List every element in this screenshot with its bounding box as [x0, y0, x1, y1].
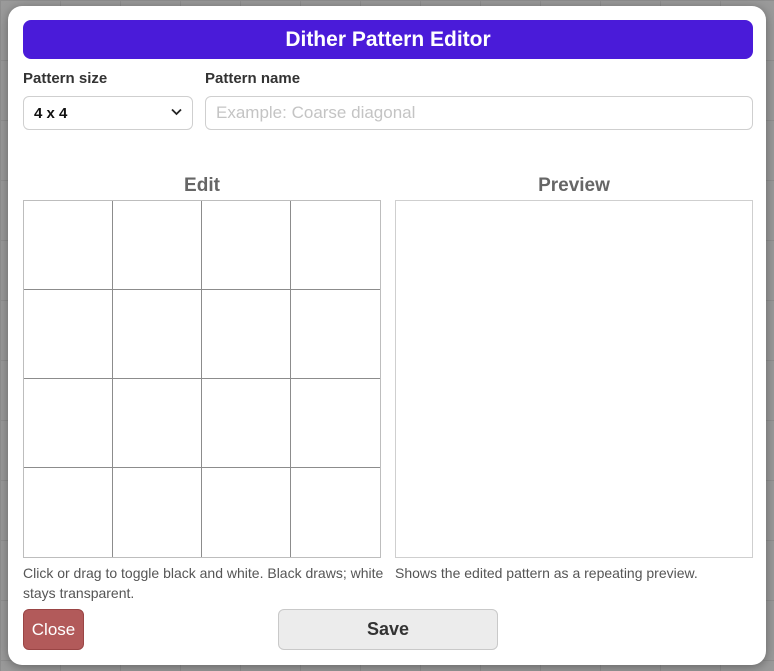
dither-pattern-dialog: Dither Pattern Editor Pattern size Patte…	[8, 6, 766, 665]
pattern-cell[interactable]	[24, 290, 113, 379]
pattern-cell[interactable]	[202, 379, 291, 468]
pattern-size-value: 4 x 4	[34, 104, 68, 122]
edit-pane-title: Edit	[184, 175, 220, 196]
pattern-cell[interactable]	[24, 201, 113, 290]
pattern-cell[interactable]	[291, 468, 380, 557]
pattern-cell[interactable]	[291, 290, 380, 379]
pattern-cell[interactable]	[291, 201, 380, 290]
chevron-down-icon	[171, 107, 182, 119]
pattern-cell[interactable]	[202, 201, 291, 290]
pattern-cell[interactable]	[113, 379, 202, 468]
preview-hint: Shows the edited pattern as a repeating …	[395, 565, 698, 581]
preview-pane-title: Preview	[538, 175, 610, 196]
pattern-cell[interactable]	[24, 379, 113, 468]
pattern-cell[interactable]	[202, 290, 291, 379]
pattern-cell[interactable]	[291, 379, 380, 468]
dialog-title: Dither Pattern Editor	[23, 20, 753, 59]
pattern-cell[interactable]	[113, 290, 202, 379]
close-button[interactable]: Close	[23, 609, 84, 650]
edit-hint: Click or drag to toggle black and white.…	[23, 565, 384, 601]
pattern-name-label: Pattern name	[205, 70, 301, 87]
save-button[interactable]: Save	[278, 609, 498, 650]
pattern-cell[interactable]	[113, 468, 202, 557]
pattern-cell[interactable]	[113, 201, 202, 290]
pattern-name-input[interactable]	[205, 96, 753, 130]
edit-grid[interactable]	[23, 200, 381, 558]
pattern-preview	[395, 200, 753, 558]
pattern-cell[interactable]	[202, 468, 291, 557]
pattern-size-label: Pattern size	[23, 70, 108, 87]
pattern-size-select[interactable]: 4 x 4	[23, 96, 193, 130]
pattern-cell[interactable]	[24, 468, 113, 557]
